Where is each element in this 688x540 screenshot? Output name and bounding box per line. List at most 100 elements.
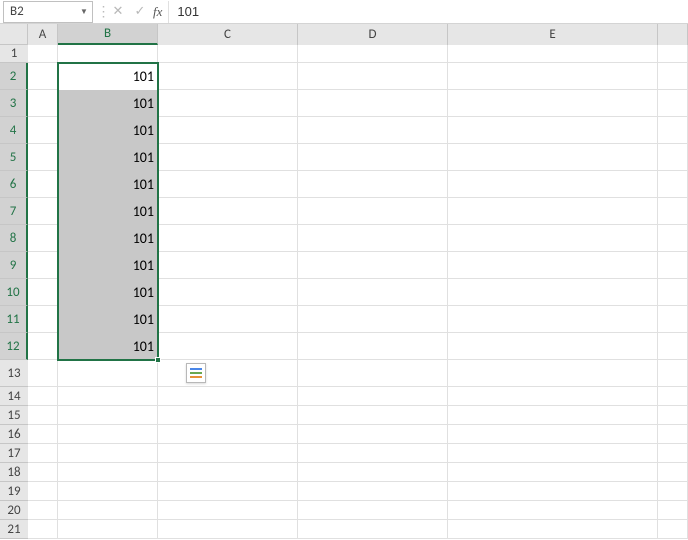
cell-E2[interactable]	[448, 63, 658, 90]
cell-A4[interactable]	[28, 117, 58, 144]
cell-E21[interactable]	[448, 520, 658, 539]
cell-E16[interactable]	[448, 425, 658, 444]
cell-A21[interactable]	[28, 520, 58, 539]
cell-C3[interactable]	[158, 90, 298, 117]
row-header-21[interactable]: 21	[0, 520, 28, 539]
cell-D12[interactable]	[298, 333, 448, 360]
cell-B8[interactable]: 101	[58, 225, 158, 252]
cell-E18[interactable]	[448, 463, 658, 482]
column-header-A[interactable]: A	[28, 24, 58, 45]
spreadsheet-grid[interactable]: ABCDE 123456789101112131415161718192021 …	[0, 24, 688, 540]
cell-D16[interactable]	[298, 425, 448, 444]
cell-D20[interactable]	[298, 501, 448, 520]
cell-A6[interactable]	[28, 171, 58, 198]
cell-E12[interactable]	[448, 333, 658, 360]
row-header-3[interactable]: 3	[0, 90, 28, 117]
cell-A9[interactable]	[28, 252, 58, 279]
cell-C20[interactable]	[158, 501, 298, 520]
row-header-19[interactable]: 19	[0, 482, 28, 501]
cell-x21[interactable]	[658, 520, 688, 539]
cell-B7[interactable]: 101	[58, 198, 158, 225]
cell-x10[interactable]	[658, 279, 688, 306]
cell-E20[interactable]	[448, 501, 658, 520]
cell-E13[interactable]	[448, 360, 658, 387]
cell-x3[interactable]	[658, 90, 688, 117]
row-header-7[interactable]: 7	[0, 198, 28, 225]
cell-D21[interactable]	[298, 520, 448, 539]
cell-A2[interactable]	[28, 63, 58, 90]
select-all-corner[interactable]	[0, 24, 28, 45]
cell-B14[interactable]	[58, 387, 158, 406]
cell-C5[interactable]	[158, 144, 298, 171]
row-header-13[interactable]: 13	[0, 360, 28, 387]
cell-C21[interactable]	[158, 520, 298, 539]
cell-D10[interactable]	[298, 279, 448, 306]
cell-x19[interactable]	[658, 482, 688, 501]
row-header-10[interactable]: 10	[0, 279, 28, 306]
cell-C19[interactable]	[158, 482, 298, 501]
column-header-end[interactable]	[658, 24, 688, 45]
cell-E3[interactable]	[448, 90, 658, 117]
cell-x15[interactable]	[658, 406, 688, 425]
cell-x16[interactable]	[658, 425, 688, 444]
name-box[interactable]: B2 ▼	[3, 1, 93, 23]
cell-C13[interactable]	[158, 360, 298, 387]
cell-A11[interactable]	[28, 306, 58, 333]
chevron-down-icon[interactable]: ▼	[76, 7, 92, 17]
cell-B12[interactable]: 101	[58, 333, 158, 360]
cell-B18[interactable]	[58, 463, 158, 482]
cell-E19[interactable]	[448, 482, 658, 501]
cell-E5[interactable]	[448, 144, 658, 171]
cell-D4[interactable]	[298, 117, 448, 144]
cell-C1[interactable]	[158, 45, 298, 63]
row-header-12[interactable]: 12	[0, 333, 28, 360]
cell-C17[interactable]	[158, 444, 298, 463]
fill-handle[interactable]	[155, 357, 161, 363]
cell-B1[interactable]	[58, 45, 158, 63]
cell-E14[interactable]	[448, 387, 658, 406]
formula-input[interactable]	[168, 1, 688, 23]
row-header-16[interactable]: 16	[0, 425, 28, 444]
cell-B20[interactable]	[58, 501, 158, 520]
cell-x9[interactable]	[658, 252, 688, 279]
cell-B5[interactable]: 101	[58, 144, 158, 171]
row-header-5[interactable]: 5	[0, 144, 28, 171]
cell-A10[interactable]	[28, 279, 58, 306]
cell-B9[interactable]: 101	[58, 252, 158, 279]
cell-D11[interactable]	[298, 306, 448, 333]
column-header-C[interactable]: C	[158, 24, 298, 45]
cell-C7[interactable]	[158, 198, 298, 225]
cell-D15[interactable]	[298, 406, 448, 425]
cell-A8[interactable]	[28, 225, 58, 252]
cell-E15[interactable]	[448, 406, 658, 425]
cell-A3[interactable]	[28, 90, 58, 117]
cell-B16[interactable]	[58, 425, 158, 444]
cell-D7[interactable]	[298, 198, 448, 225]
cell-E1[interactable]	[448, 45, 658, 63]
cell-C8[interactable]	[158, 225, 298, 252]
row-header-15[interactable]: 15	[0, 406, 28, 425]
row-header-1[interactable]: 1	[0, 45, 28, 63]
row-header-8[interactable]: 8	[0, 225, 28, 252]
row-header-17[interactable]: 17	[0, 444, 28, 463]
row-header-20[interactable]: 20	[0, 501, 28, 520]
cell-B10[interactable]: 101	[58, 279, 158, 306]
column-header-B[interactable]: B	[58, 24, 158, 45]
cell-E9[interactable]	[448, 252, 658, 279]
cell-C4[interactable]	[158, 117, 298, 144]
cell-C18[interactable]	[158, 463, 298, 482]
cell-A16[interactable]	[28, 425, 58, 444]
cell-D8[interactable]	[298, 225, 448, 252]
cell-B11[interactable]: 101	[58, 306, 158, 333]
cell-E17[interactable]	[448, 444, 658, 463]
cell-A12[interactable]	[28, 333, 58, 360]
cell-E7[interactable]	[448, 198, 658, 225]
cell-B13[interactable]	[58, 360, 158, 387]
row-header-2[interactable]: 2	[0, 63, 28, 90]
cell-B2[interactable]: 101	[58, 63, 158, 90]
fx-icon[interactable]: fx	[153, 4, 162, 20]
cell-A14[interactable]	[28, 387, 58, 406]
column-header-D[interactable]: D	[298, 24, 448, 45]
cell-x20[interactable]	[658, 501, 688, 520]
cell-A18[interactable]	[28, 463, 58, 482]
